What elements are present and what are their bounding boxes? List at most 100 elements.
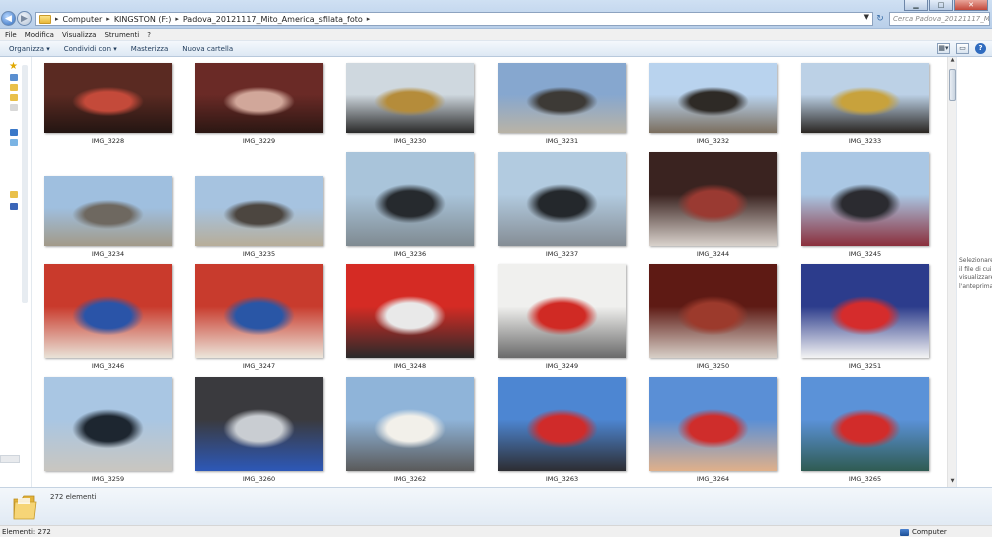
view-options-icon[interactable]: ▦▾ <box>937 43 950 54</box>
photo-thumbnail <box>195 63 323 133</box>
photo-thumbnail <box>44 176 172 246</box>
thumbnail-label: IMG_3249 <box>545 362 579 370</box>
navigation-pane: ★ <box>0 57 32 487</box>
pane-splitter[interactable] <box>0 455 20 463</box>
thumbnail-label: IMG_3260 <box>242 475 276 483</box>
address-bar[interactable]: ▸ Computer ▸ KINGSTON (F:) ▸ Padova_2012… <box>35 12 873 26</box>
refresh-icon[interactable]: ↻ <box>874 13 886 25</box>
preview-message: Selezionare il file di cui visualizzare … <box>959 257 992 290</box>
vertical-scrollbar[interactable]: ▲ ▼ <box>947 57 956 487</box>
library-icon[interactable] <box>10 129 18 136</box>
breadcrumb-computer[interactable]: Computer <box>63 15 103 24</box>
new-folder-button[interactable]: Nuova cartella <box>182 45 233 53</box>
arrow-left-icon: ◀ <box>5 13 12 24</box>
thumbnail-label: IMG_3234 <box>91 250 125 258</box>
thumbnail-label: IMG_3265 <box>848 475 882 483</box>
minimize-icon[interactable]: ▁ <box>904 0 928 11</box>
photo-thumbnail <box>498 63 626 133</box>
thumbnail-label: IMG_3262 <box>393 475 427 483</box>
thumbnail-label: IMG_3237 <box>545 250 579 258</box>
back-button[interactable]: ◀ <box>1 11 16 26</box>
breadcrumb-drive[interactable]: KINGSTON (F:) <box>114 15 172 24</box>
folder-icon[interactable] <box>10 84 18 91</box>
thumbnail-label: IMG_3251 <box>848 362 882 370</box>
preview-pane: Selezionare il file di cui visualizzare … <box>956 57 992 487</box>
menu-view[interactable]: Visualizza <box>62 31 96 39</box>
status-bar: Elementi: 272 Computer <box>0 525 992 537</box>
thumbnail-label: IMG_3246 <box>91 362 125 370</box>
photo-thumbnail <box>44 63 172 133</box>
thumbnail-label: IMG_3236 <box>393 250 427 258</box>
photo-thumbnail <box>195 264 323 358</box>
desktop-icon[interactable] <box>10 74 18 81</box>
maximize-icon[interactable]: □ <box>929 0 953 11</box>
nav-scrollbar[interactable] <box>22 65 28 303</box>
burn-button[interactable]: Masterizza <box>131 45 169 53</box>
star-icon[interactable]: ★ <box>9 62 19 72</box>
thumbnail-label: IMG_3263 <box>545 475 579 483</box>
thumbnail-label: IMG_3232 <box>696 137 730 145</box>
status-location: Computer <box>912 528 947 536</box>
photo-thumbnail <box>649 264 777 358</box>
computer-icon <box>900 528 909 536</box>
document-icon[interactable] <box>10 139 18 146</box>
photo-thumbnail <box>801 377 929 471</box>
thumbnail-label: IMG_3264 <box>696 475 730 483</box>
search-input[interactable]: Cerca Padova_20121117_Mito... <box>889 12 990 26</box>
thumbnail-label: IMG_3259 <box>91 475 125 483</box>
photo-thumbnail <box>346 377 474 471</box>
photo-thumbnail <box>346 264 474 358</box>
photo-thumbnail <box>44 264 172 358</box>
help-icon[interactable]: ? <box>975 43 986 54</box>
photo-thumbnail <box>649 377 777 471</box>
menu-edit[interactable]: Modifica <box>25 31 54 39</box>
file-list: IMG_3228 IMG_3229 IMG_3230 IMG_3231 IMG_3232… <box>33 57 947 487</box>
scrollbar-thumb[interactable] <box>949 69 956 101</box>
photo-thumbnail <box>801 264 929 358</box>
breadcrumb-folder[interactable]: Padova_20121117_Mito_America_sfilata_fot… <box>183 15 363 24</box>
folder-icon[interactable] <box>10 104 18 111</box>
photo-thumbnail <box>801 63 929 133</box>
folder-icon[interactable] <box>10 94 18 101</box>
menu-tools[interactable]: Strumenti <box>104 31 139 39</box>
thumbnail-label: IMG_3233 <box>848 137 882 145</box>
photo-thumbnail <box>195 377 323 471</box>
details-pane: 272 elementi <box>0 487 992 525</box>
photo-thumbnail <box>498 377 626 471</box>
forward-button[interactable]: ▶ <box>17 11 32 26</box>
organize-button[interactable]: Organizza ▾ <box>9 45 50 53</box>
thumbnail-label: IMG_3229 <box>242 137 276 145</box>
folder-icon <box>13 495 37 520</box>
menu-file[interactable]: File <box>5 31 17 39</box>
title-bar: ▁ □ ✕ ◀ ▶ ▸ Computer ▸ KINGSTON (F:) ▸ P… <box>0 0 992 29</box>
thumbnail-label: IMG_3235 <box>242 250 276 258</box>
share-button[interactable]: Condividi con ▾ <box>64 45 117 53</box>
arrow-right-icon: ▶ <box>21 13 28 24</box>
thumbnail-label: IMG_3248 <box>393 362 427 370</box>
thumbnail-label: IMG_3230 <box>393 137 427 145</box>
close-icon[interactable]: ✕ <box>954 0 988 11</box>
network-icon[interactable] <box>10 203 18 210</box>
photo-thumbnail <box>44 377 172 471</box>
command-bar: Organizza ▾ Condividi con ▾ Masterizza N… <box>0 41 992 57</box>
photo-thumbnail <box>649 63 777 133</box>
photo-thumbnail <box>801 152 929 246</box>
thumbnail-label: IMG_3245 <box>848 250 882 258</box>
folder-icon <box>39 14 51 24</box>
thumbnail-label: IMG_3228 <box>91 137 125 145</box>
menu-bar: File Modifica Visualizza Strumenti ? <box>0 29 992 41</box>
preview-pane-icon[interactable]: ▭ <box>956 43 969 54</box>
thumbnail-label: IMG_3231 <box>545 137 579 145</box>
item-count: 272 elementi <box>50 493 97 501</box>
folder-icon[interactable] <box>10 191 18 198</box>
photo-thumbnail <box>498 152 626 246</box>
photo-thumbnail <box>195 176 323 246</box>
photo-thumbnail <box>346 152 474 246</box>
thumbnail-label: IMG_3250 <box>696 362 730 370</box>
photo-thumbnail <box>498 264 626 358</box>
chevron-down-icon[interactable]: ▼ <box>864 13 869 21</box>
menu-help[interactable]: ? <box>147 31 151 39</box>
window-controls: ▁ □ ✕ <box>904 0 988 11</box>
photo-thumbnail <box>346 63 474 133</box>
thumbnail-label: IMG_3247 <box>242 362 276 370</box>
